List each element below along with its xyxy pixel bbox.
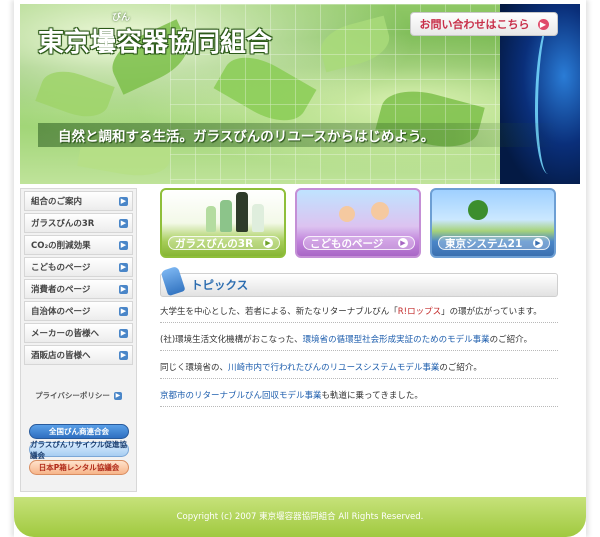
topic-text: も軌道に乗ってきました。 [321, 391, 423, 401]
arrow-right-icon: ▶ [119, 263, 128, 272]
sidebar: 組合のご案内 ▶ ガラスびんの3R ▶ CO₂の削減効果 ▶ こどものページ ▶… [20, 188, 137, 492]
topic-item: (社)環境生活文化機構がおこなった、 環境省の循環型社会形成実証のためのモデル事業… [160, 328, 558, 351]
sidebar-item-label: 酒販店の皆様へ [31, 351, 91, 361]
topic-link[interactable]: 京都市のリターナブルびん回収モデル事業 [160, 389, 322, 401]
topic-text: のご紹介。 [489, 335, 533, 345]
sidebar-item-label: メーカーの皆様へ [31, 329, 100, 339]
topic-item: 大学生を中心とした、若者による、新たなリターナブルびん「 R!ロップス 」の環が広が… [160, 300, 558, 323]
sidebar-item-manufacturers[interactable]: メーカーの皆様へ ▶ [24, 323, 133, 343]
banner-card-tokyo-system[interactable]: 東京システム21 ▶ [430, 188, 556, 258]
topic-item: 京都市のリターナブルびん回収モデル事業 も軌道に乗ってきました。 [160, 384, 558, 407]
child-illustration [371, 202, 389, 220]
bottle-illustration [206, 206, 216, 232]
privacy-label: プライバシーポリシー [35, 391, 110, 400]
topic-text: (社)環境生活文化機構がおこなった、 [160, 335, 303, 345]
banner-label-text: 東京システム21 [445, 237, 523, 250]
sidebar-item-municipalities[interactable]: 自治体のページ ▶ [24, 301, 133, 321]
bottle-illustration [252, 204, 264, 232]
banner-label: 東京システム21 ▶ [438, 236, 550, 250]
sidebar-item-label: こどものページ [31, 263, 91, 273]
arrow-right-icon: ▶ [263, 238, 273, 248]
topic-link[interactable]: R!ロップス [398, 305, 441, 317]
partner-link-recycling-council[interactable]: ガラスびんリサイクル促進協議会 [29, 440, 129, 460]
contact-label: お問い合わせはこちら [419, 18, 530, 31]
banner-label: ガラスびんの3R ▶ [168, 236, 280, 250]
sidebar-item-label: 消費者のページ [31, 285, 91, 295]
sidebar-item-about[interactable]: 組合のご案内 ▶ [24, 191, 133, 211]
sidebar-item-label: 組合のご案内 [31, 197, 83, 207]
child-illustration [339, 206, 355, 222]
arrow-right-icon: ▶ [119, 307, 128, 316]
arrow-right-icon: ▶ [533, 238, 543, 248]
header-banner: びん 東京壜容器協同組合 お問い合わせはこちら ▶ 自然と調和する生活。ガラスび… [20, 4, 580, 184]
bottle-illustration [236, 192, 248, 232]
arrow-right-icon: ▶ [113, 391, 122, 400]
arrow-right-icon: ▶ [537, 18, 549, 30]
topic-link[interactable]: 環境省の循環型社会形成実証のためのモデル事業 [303, 333, 490, 345]
arrow-right-icon: ▶ [119, 219, 128, 228]
banner-card-3r[interactable]: ガラスびんの3R ▶ [160, 188, 286, 258]
arrow-right-icon: ▶ [119, 285, 128, 294]
sidebar-item-consumers[interactable]: 消費者のページ ▶ [24, 279, 133, 299]
topic-link[interactable]: 川崎市内で行われたびんのリユースシステムモデル事業 [228, 361, 439, 373]
tree-illustration [468, 200, 488, 220]
arrow-right-icon: ▶ [119, 241, 128, 250]
sidebar-item-label: 自治体のページ [31, 307, 91, 317]
topic-text: 」の環が広がっています。 [441, 307, 542, 317]
copyright: Copyright (c) 2007 東京壜容器協同組合 All Rights … [176, 512, 424, 522]
banner-label-text: こどものページ [310, 237, 384, 250]
topic-text: のご紹介。 [439, 363, 482, 373]
topics-header: トピックス [160, 273, 558, 297]
sidebar-item-3r[interactable]: ガラスびんの3R ▶ [24, 213, 133, 233]
banner-card-kids[interactable]: こどものページ ▶ [295, 188, 421, 258]
topics-title: トピックス [191, 278, 249, 292]
arrow-right-icon: ▶ [119, 329, 128, 338]
tagline: 自然と調和する生活。ガラスびんのリユースからはじめよう。 [38, 123, 558, 147]
banner-label-text: ガラスびんの3R [175, 237, 254, 250]
topic-text: 大学生を中心とした、若者による、新たなリターナブルびん「 [160, 307, 398, 317]
sidebar-item-kids[interactable]: こどものページ ▶ [24, 257, 133, 277]
arrow-right-icon: ▶ [119, 197, 128, 206]
sidebar-item-label: ガラスびんの3R [31, 219, 95, 229]
site-title[interactable]: 東京壜容器協同組合 [38, 22, 272, 59]
privacy-policy-link[interactable]: プライバシーポリシー ▶ [21, 390, 136, 401]
topic-text: 同じく環境省の、 [160, 363, 229, 373]
sidebar-item-label: CO₂の削減効果 [31, 241, 91, 251]
sidebar-item-liquor-stores[interactable]: 酒販店の皆様へ ▶ [24, 345, 133, 365]
topic-item: 同じく環境省の、 川崎市内で行われたびんのリユースシステムモデル事業 のご紹介。 [160, 356, 558, 379]
banner-label: こどものページ ▶ [303, 236, 415, 250]
bottle-illustration [220, 200, 232, 232]
partner-link-national-bottle[interactable]: 全国びん商連合会 [29, 424, 129, 439]
arrow-right-icon: ▶ [119, 351, 128, 360]
partner-link-p-box-rental[interactable]: 日本P箱レンタル協議会 [29, 460, 129, 475]
sidebar-item-co2[interactable]: CO₂の削減効果 ▶ [24, 235, 133, 255]
contact-button[interactable]: お問い合わせはこちら ▶ [410, 12, 558, 36]
arrow-right-icon: ▶ [398, 238, 408, 248]
